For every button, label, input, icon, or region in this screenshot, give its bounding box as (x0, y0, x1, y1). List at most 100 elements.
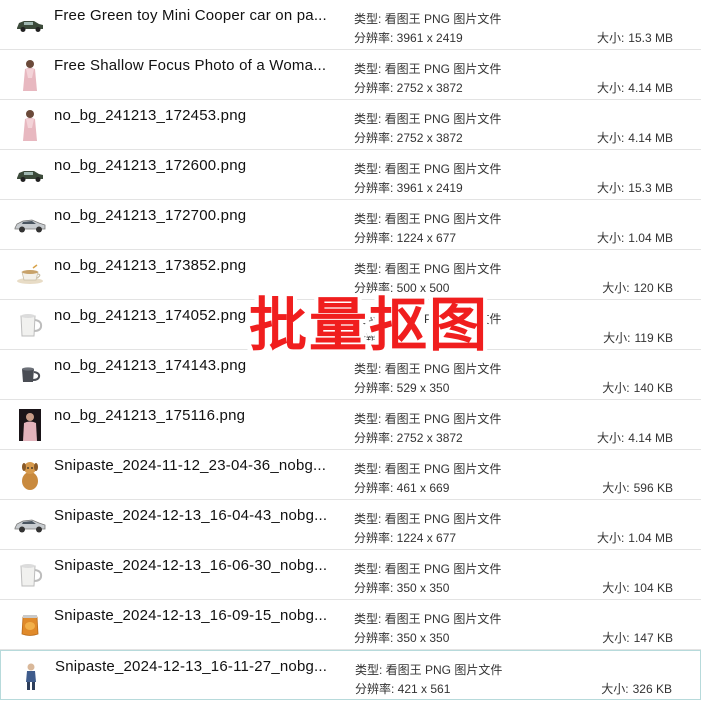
file-row[interactable]: Snipaste_2024-11-12_23-04-36_nobg... 类型: … (0, 450, 701, 500)
file-resolution: 分辨率: 2752 x 3872 (354, 81, 463, 95)
file-size-value: 120 KB (633, 281, 673, 295)
file-row[interactable]: Snipaste_2024-12-13_16-06-30_nobg... 类型: … (0, 550, 701, 600)
file-size-label: 大小: (602, 481, 630, 495)
file-size: 大小: 120 KB (602, 279, 673, 296)
woman-dark-bg-icon (12, 405, 48, 445)
child-icon (13, 656, 49, 696)
batch-cutout-banner: 批量抠图 (248, 291, 489, 359)
file-type: 类型: 看图王 PNG 图片文件 (354, 512, 502, 526)
file-resolution: 分辨率: 2752 x 3872 (354, 431, 463, 445)
file-size-value: 1.04 MB (628, 231, 673, 245)
file-size-label: 大小: (602, 281, 630, 295)
file-size-label: 大小: (596, 131, 625, 145)
file-type: 类型: 看图王 PNG 图片文件 (354, 462, 502, 476)
file-name: no_bg_241213_172700.png (54, 207, 247, 224)
green-car-icon (12, 155, 48, 195)
file-row[interactable]: no_bg_241213_172453.png 类型: 看图王 PNG 图片文件分… (0, 100, 701, 150)
file-size-label: 大小: (596, 531, 625, 545)
file-type: 类型: 看图王 PNG 图片文件 (354, 562, 502, 576)
file-type: 类型: 看图王 PNG 图片文件 (355, 663, 503, 677)
file-size-value: 15.3 MB (628, 31, 673, 45)
file-size-value: 140 KB (633, 381, 673, 395)
file-row[interactable]: Snipaste_2024-12-13_16-09-15_nobg... 类型: … (0, 600, 701, 650)
file-size: 大小: 596 KB (602, 479, 673, 496)
file-name: Snipaste_2024-11-12_23-04-36_nobg... (54, 457, 327, 474)
file-size: 大小: 147 KB (602, 629, 673, 646)
file-size-label: 大小: (602, 581, 630, 595)
file-row[interactable]: Free Green toy Mini Cooper car on pa... 类… (0, 0, 701, 50)
file-resolution: 分辨率: 3961 x 2419 (354, 31, 463, 45)
file-size-value: 4.14 MB (628, 431, 673, 445)
file-resolution: 分辨率: 350 x 350 (354, 631, 450, 645)
file-row[interactable]: no_bg_241213_172700.png 类型: 看图王 PNG 图片文件分… (0, 200, 701, 250)
honey-jar-icon (12, 605, 48, 645)
file-resolution: 分辨率: 461 x 669 (354, 481, 450, 495)
white-mug-icon (12, 555, 48, 595)
file-size: 大小: 4.14 MB (597, 429, 673, 446)
file-size-value: 104 KB (633, 581, 673, 595)
file-type: 类型: 看图王 PNG 图片文件 (354, 412, 502, 426)
file-name: no_bg_241213_172600.png (54, 157, 247, 174)
file-name: Snipaste_2024-12-13_16-06-30_nobg... (54, 557, 328, 574)
file-size-label: 大小: (602, 631, 630, 645)
file-type: 类型: 看图王 PNG 图片文件 (354, 362, 502, 376)
file-size: 大小: 119 KB (603, 329, 673, 346)
file-size: 大小: 104 KB (602, 579, 673, 596)
dark-mug-icon (12, 355, 48, 395)
white-mug-icon (12, 305, 48, 345)
file-type: 类型: 看图王 PNG 图片文件 (354, 212, 502, 226)
file-row[interactable]: Snipaste_2024-12-13_16-04-43_nobg... 类型: … (0, 500, 701, 550)
file-size: 大小: 4.14 MB (597, 79, 673, 96)
file-size-value: 1.04 MB (628, 531, 673, 545)
file-size: 大小: 15.3 MB (597, 29, 673, 46)
file-type: 类型: 看图王 PNG 图片文件 (354, 612, 502, 626)
file-resolution: 分辨率: 529 x 350 (354, 381, 450, 395)
file-size-value: 15.3 MB (628, 181, 673, 195)
file-name: no_bg_241213_172453.png (54, 107, 247, 124)
file-size-value: 326 KB (632, 682, 672, 696)
file-name: Snipaste_2024-12-13_16-11-27_nobg... (55, 658, 328, 675)
file-type: 类型: 看图王 PNG 图片文件 (354, 262, 502, 276)
file-type: 类型: 看图王 PNG 图片文件 (354, 62, 502, 76)
file-row[interactable]: Snipaste_2024-12-13_16-11-27_nobg... 类型: … (0, 650, 701, 700)
file-size: 大小: 15.3 MB (597, 179, 673, 196)
file-row[interactable]: no_bg_241213_172600.png 类型: 看图王 PNG 图片文件分… (0, 150, 701, 200)
file-resolution: 分辨率: 350 x 350 (354, 581, 450, 595)
file-row[interactable]: Free Shallow Focus Photo of a Woma... 类型:… (0, 50, 701, 100)
file-type: 类型: 看图王 PNG 图片文件 (354, 162, 502, 176)
file-name: no_bg_241213_175116.png (54, 407, 246, 424)
file-size-label: 大小: (596, 431, 625, 445)
file-size-value: 4.14 MB (628, 131, 673, 145)
file-size: 大小: 1.04 MB (597, 529, 673, 546)
file-resolution: 分辨率: 1224 x 677 (354, 231, 457, 245)
file-size: 大小: 140 KB (602, 379, 673, 396)
file-size-label: 大小: (596, 31, 625, 45)
silver-car-icon (12, 505, 48, 545)
file-size: 大小: 4.14 MB (597, 129, 673, 146)
file-resolution: 分辨率: 3961 x 2419 (354, 181, 463, 195)
file-size-value: 147 KB (633, 631, 673, 645)
file-size-value: 119 KB (634, 331, 673, 345)
file-size-label: 大小: (602, 381, 630, 395)
file-resolution: 分辨率: 2752 x 3872 (354, 131, 463, 145)
file-size-value: 596 KB (633, 481, 673, 495)
file-row[interactable]: no_bg_241213_175116.png 类型: 看图王 PNG 图片文件分… (0, 400, 701, 450)
file-resolution: 分辨率: 421 x 561 (355, 682, 451, 696)
woman-icon (12, 105, 48, 145)
file-name: no_bg_241213_173852.png (54, 257, 247, 274)
file-size-label: 大小: (596, 181, 625, 195)
file-name: Free Green toy Mini Cooper car on pa... (54, 7, 327, 24)
silver-car-icon (12, 205, 48, 245)
green-car-icon (12, 5, 48, 45)
file-name: Snipaste_2024-12-13_16-04-43_nobg... (54, 507, 328, 524)
file-size-value: 4.14 MB (628, 81, 673, 95)
file-size-label: 大小: (596, 231, 625, 245)
file-size-label: 大小: (603, 331, 631, 345)
file-name: Free Shallow Focus Photo of a Woma... (54, 57, 327, 74)
file-type: 类型: 看图王 PNG 图片文件 (354, 12, 502, 26)
file-size-label: 大小: (601, 682, 629, 696)
file-name: Snipaste_2024-12-13_16-09-15_nobg... (54, 607, 328, 624)
file-size-label: 大小: (596, 81, 625, 95)
woman-icon (12, 55, 48, 95)
file-type: 类型: 看图王 PNG 图片文件 (354, 112, 502, 126)
